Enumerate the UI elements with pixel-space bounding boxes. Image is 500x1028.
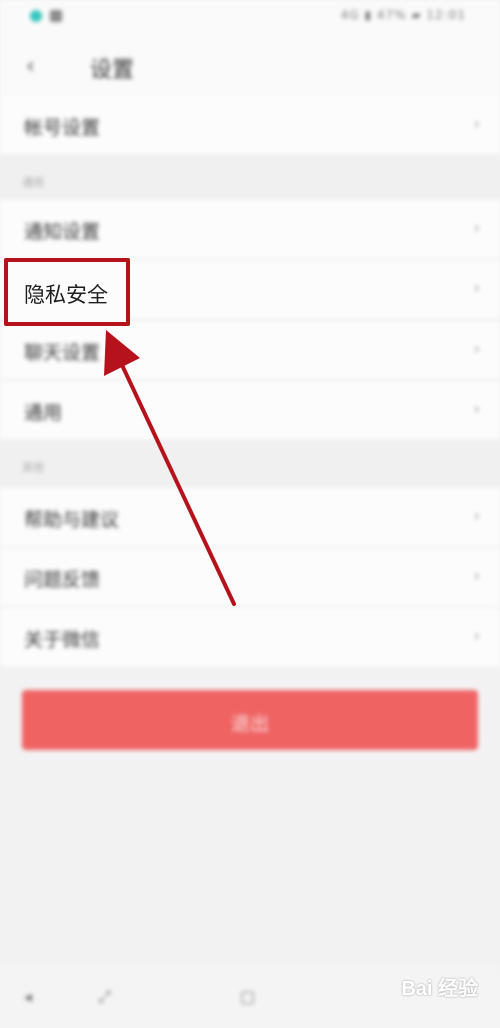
arrow-shaft — [120, 363, 236, 606]
annotation-arrow — [104, 330, 236, 606]
